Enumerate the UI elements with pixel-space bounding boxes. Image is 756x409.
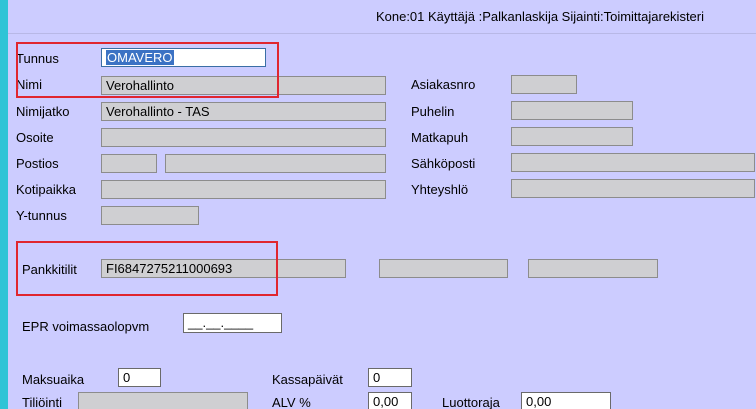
- sahkoposti-label: Sähköposti: [411, 156, 476, 171]
- pankkitili-3-input[interactable]: [528, 259, 658, 278]
- pankkitili-2-input[interactable]: [379, 259, 508, 278]
- matkapuh-input[interactable]: [511, 127, 633, 146]
- nimijatko-input[interactable]: Verohallinto - TAS: [101, 102, 386, 121]
- pankkitili-1-input[interactable]: FI6847275211000693: [101, 259, 346, 278]
- yhteyshlo-input[interactable]: [511, 179, 755, 198]
- tunnus-label: Tunnus: [16, 51, 59, 66]
- postitoimipaikka-input[interactable]: [165, 154, 386, 173]
- tunnus-input[interactable]: OMAVERO: [101, 48, 266, 67]
- status-text: Kone:01 Käyttäjä :Palkanlaskija Sijainti…: [375, 9, 704, 24]
- tiliointi-input[interactable]: [78, 392, 248, 409]
- ytunnus-input[interactable]: [101, 206, 199, 225]
- ytunnus-label: Y-tunnus: [16, 208, 67, 223]
- kotipaikka-label: Kotipaikka: [16, 182, 76, 197]
- alv-label: ALV %: [272, 395, 311, 409]
- osoite-input[interactable]: [101, 128, 386, 147]
- tiliointi-label: Tiliöinti: [22, 395, 62, 409]
- matkapuh-label: Matkapuh: [411, 130, 469, 145]
- kassapaivat-label: Kassapäivät: [272, 372, 343, 387]
- supplier-register-window: Kone:01 Käyttäjä :Palkanlaskija Sijainti…: [8, 0, 756, 409]
- epr-date-input[interactable]: __.__.____: [183, 313, 282, 333]
- tunnus-value: OMAVERO: [106, 50, 174, 65]
- postinumero-input[interactable]: [101, 154, 157, 173]
- nimijatko-label: Nimijatko: [16, 104, 70, 119]
- nimi-input[interactable]: Verohallinto: [101, 76, 386, 95]
- osoite-label: Osoite: [16, 130, 54, 145]
- asiakasnro-input[interactable]: [511, 75, 577, 94]
- kotipaikka-input[interactable]: [101, 180, 386, 199]
- left-accent-bar: [0, 0, 8, 409]
- luottoraja-input[interactable]: 0,00: [521, 392, 611, 409]
- alv-input[interactable]: 0,00: [368, 392, 412, 409]
- title-bar: Kone:01 Käyttäjä :Palkanlaskija Sijainti…: [8, 0, 756, 34]
- sahkoposti-input[interactable]: [511, 153, 755, 172]
- asiakasnro-label: Asiakasnro: [411, 77, 476, 92]
- puhelin-label: Puhelin: [411, 104, 455, 119]
- pankkitilit-label: Pankkitilit: [22, 262, 77, 277]
- maksuaika-label: Maksuaika: [22, 372, 85, 387]
- epr-label: EPR voimassaolopvm: [22, 319, 150, 334]
- maksuaika-input[interactable]: 0: [118, 368, 161, 387]
- luottoraja-label: Luottoraja: [442, 395, 500, 409]
- nimi-label: Nimi: [16, 77, 42, 92]
- postios-label: Postios: [16, 156, 59, 171]
- kassapaivat-input[interactable]: 0: [368, 368, 412, 387]
- puhelin-input[interactable]: [511, 101, 633, 120]
- yhteyshlo-label: Yhteyshlö: [411, 182, 469, 197]
